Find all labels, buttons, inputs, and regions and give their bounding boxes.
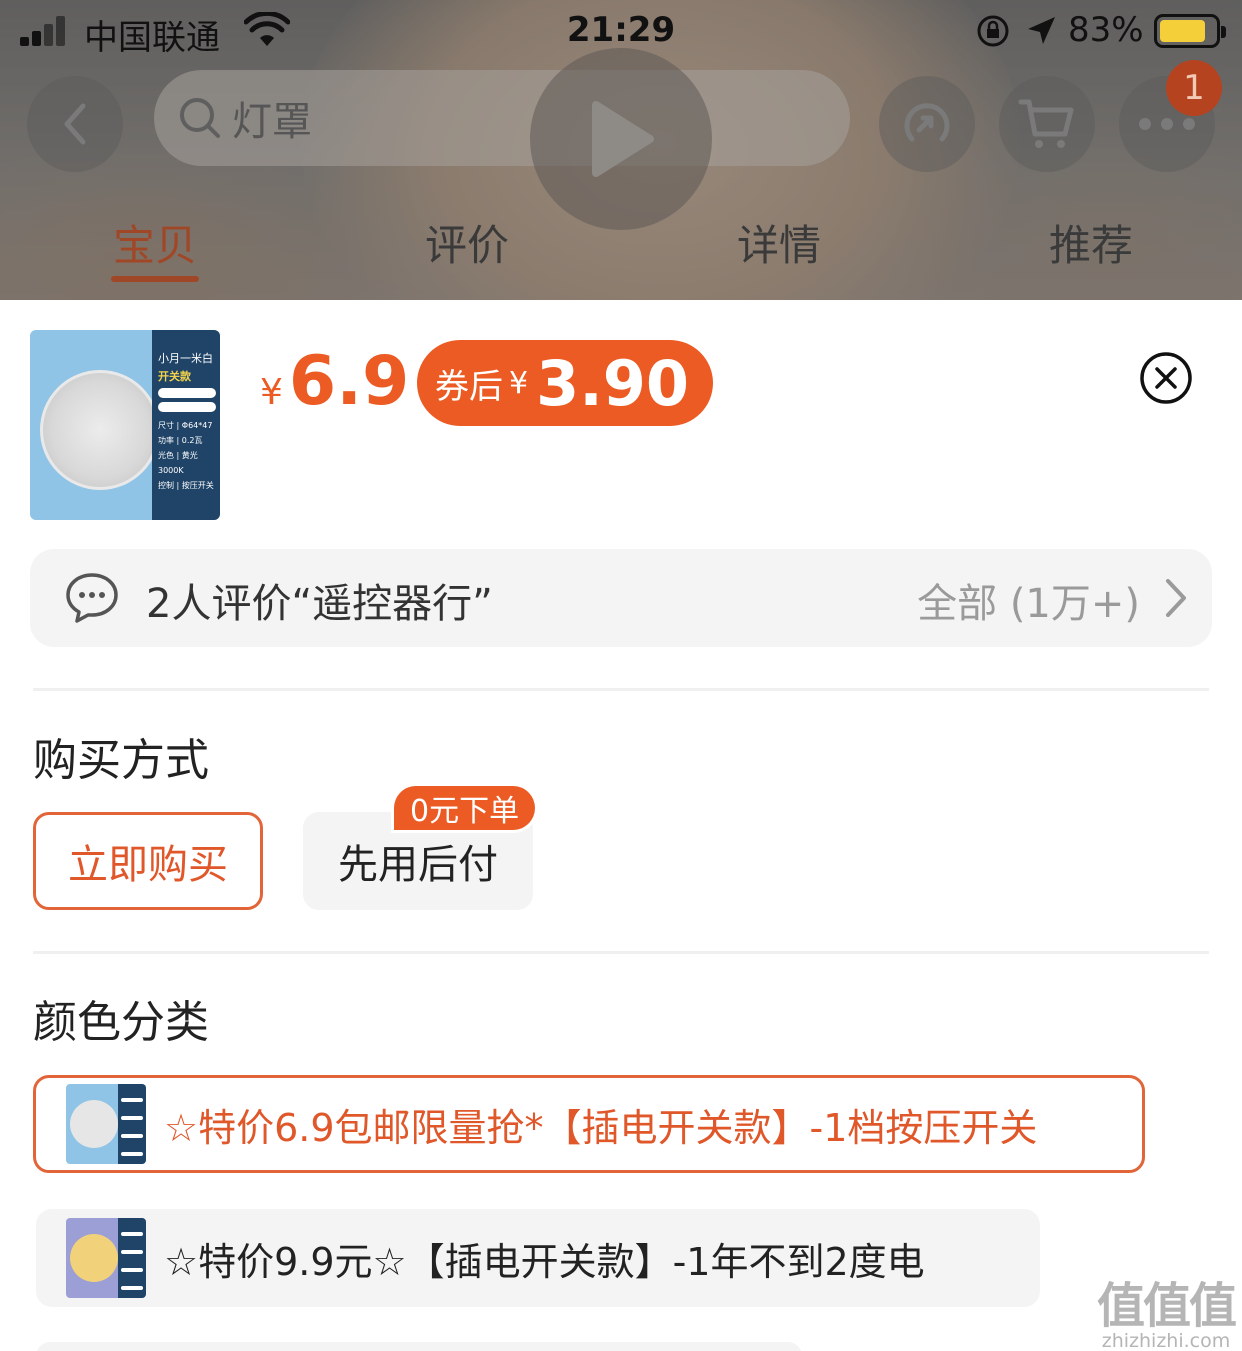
- thumbnail-spec-panel: 小月一米白 开关款 尺寸 | Φ64*47 功率 | 0.2瓦 光色 | 黄光3…: [152, 330, 220, 520]
- zero-yuan-order-tag: 0元下单: [394, 786, 536, 830]
- watermark-url: zhizhizhi.com: [1101, 1330, 1231, 1351]
- option-thumbnail: [66, 1084, 146, 1164]
- color-category-title: 颜色分类: [33, 997, 209, 1048]
- play-video-button[interactable]: [530, 48, 712, 230]
- coupon-currency: ¥: [509, 365, 529, 401]
- chevron-left-icon: [64, 103, 86, 145]
- search-placeholder: 灯罩: [232, 99, 312, 145]
- back-button[interactable]: [27, 76, 123, 172]
- cart-button[interactable]: [999, 76, 1095, 172]
- thumb-spec-line: 功率 | 0.2瓦: [158, 436, 203, 445]
- option-label: 先用后付: [338, 842, 498, 888]
- price-value: 6.9: [288, 342, 410, 421]
- color-option-label: ☆特价9.9元☆【插电开关款】-1年不到2度电: [164, 1239, 925, 1284]
- thumb-pill: [158, 402, 216, 412]
- divider: [33, 951, 1209, 954]
- chevron-right-icon: [1166, 579, 1186, 617]
- tab-details[interactable]: 详情: [699, 212, 859, 273]
- tab-label: 推荐: [1048, 221, 1133, 270]
- buy-now-option[interactable]: 立即购买: [33, 812, 263, 910]
- thumb-spec-line: 控制 | 按压开关: [158, 481, 214, 490]
- product-thumbnail[interactable]: 小月一米白 开关款 尺寸 | Φ64*47 功率 | 0.2瓦 光色 | 黄光3…: [30, 330, 220, 520]
- section-tabs: 宝贝 评价 详情 推荐: [0, 212, 1242, 292]
- thumb-spec-line: 光色 | 黄光3000K: [158, 451, 198, 475]
- search-icon: [180, 98, 220, 138]
- battery-icon: [1154, 14, 1226, 48]
- active-tab-indicator: [111, 276, 199, 282]
- location-arrow-icon: [1028, 17, 1055, 44]
- divider: [33, 688, 1209, 691]
- color-option-partial[interactable]: [36, 1342, 802, 1351]
- review-summary-text: 2人评价“遥控器行”: [146, 581, 493, 627]
- tab-label: 详情: [736, 221, 821, 270]
- play-icon: [592, 101, 654, 177]
- color-option-label: ☆特价6.9包邮限量抢*【插电开关款】-1档按压开关: [164, 1105, 1038, 1150]
- color-option[interactable]: ☆特价9.9元☆【插电开关款】-1年不到2度电: [36, 1209, 1040, 1307]
- rotation-lock-icon: [977, 15, 1009, 47]
- color-option-selected[interactable]: ☆特价6.9包邮限量抢*【插电开关款】-1档按压开关: [33, 1075, 1145, 1173]
- purchase-method-title: 购买方式: [33, 735, 209, 786]
- tab-label: 评价: [424, 221, 509, 270]
- share-button[interactable]: [879, 76, 975, 172]
- cart-icon: [1018, 99, 1074, 148]
- review-summary-bar[interactable]: 2人评价“遥控器行” 全部 (1万+): [30, 549, 1212, 647]
- thumb-pill: [158, 388, 216, 398]
- all-reviews-link[interactable]: 全部 (1万+): [917, 571, 1140, 629]
- thumb-title: 小月一米白: [158, 352, 213, 365]
- option-label: 立即购买: [68, 842, 228, 888]
- chat-bubble-icon: [66, 573, 118, 623]
- search-input[interactable]: 灯罩: [154, 70, 850, 166]
- option-thumbnail: [66, 1218, 146, 1298]
- price-currency: ¥: [260, 372, 283, 413]
- tab-label: 宝贝: [112, 221, 197, 270]
- watermark-logo: 值值值: [1096, 1278, 1237, 1334]
- lamp-image: [40, 370, 160, 490]
- site-watermark: 值值值 zhizhizhi.com: [1092, 1266, 1240, 1351]
- price: ¥ 6.9: [260, 342, 409, 421]
- more-dots-icon: [1139, 118, 1195, 130]
- share-rotate-icon: [904, 103, 950, 142]
- tab-item[interactable]: 宝贝: [75, 212, 235, 282]
- sku-selection-sheet: 小月一米白 开关款 尺寸 | Φ64*47 功率 | 0.2瓦 光色 | 黄光3…: [0, 300, 1242, 1351]
- tab-reviews[interactable]: 评价: [387, 212, 547, 273]
- thumb-specs: 尺寸 | Φ64*47 功率 | 0.2瓦 光色 | 黄光3000K 控制 | …: [158, 418, 216, 493]
- coupon-price-value: 3.90: [536, 346, 690, 420]
- battery-percent: 83%: [1068, 10, 1144, 50]
- notification-badge: 1: [1166, 60, 1222, 116]
- tab-recommend[interactable]: 推荐: [1011, 212, 1171, 273]
- close-icon[interactable]: [1139, 351, 1193, 405]
- coupon-price-badge: 券后 ¥ 3.90: [417, 340, 714, 426]
- thumb-subtitle: 开关款: [158, 370, 191, 383]
- coupon-label: 券后: [435, 366, 503, 407]
- thumb-spec-line: 尺寸 | Φ64*47: [158, 421, 213, 430]
